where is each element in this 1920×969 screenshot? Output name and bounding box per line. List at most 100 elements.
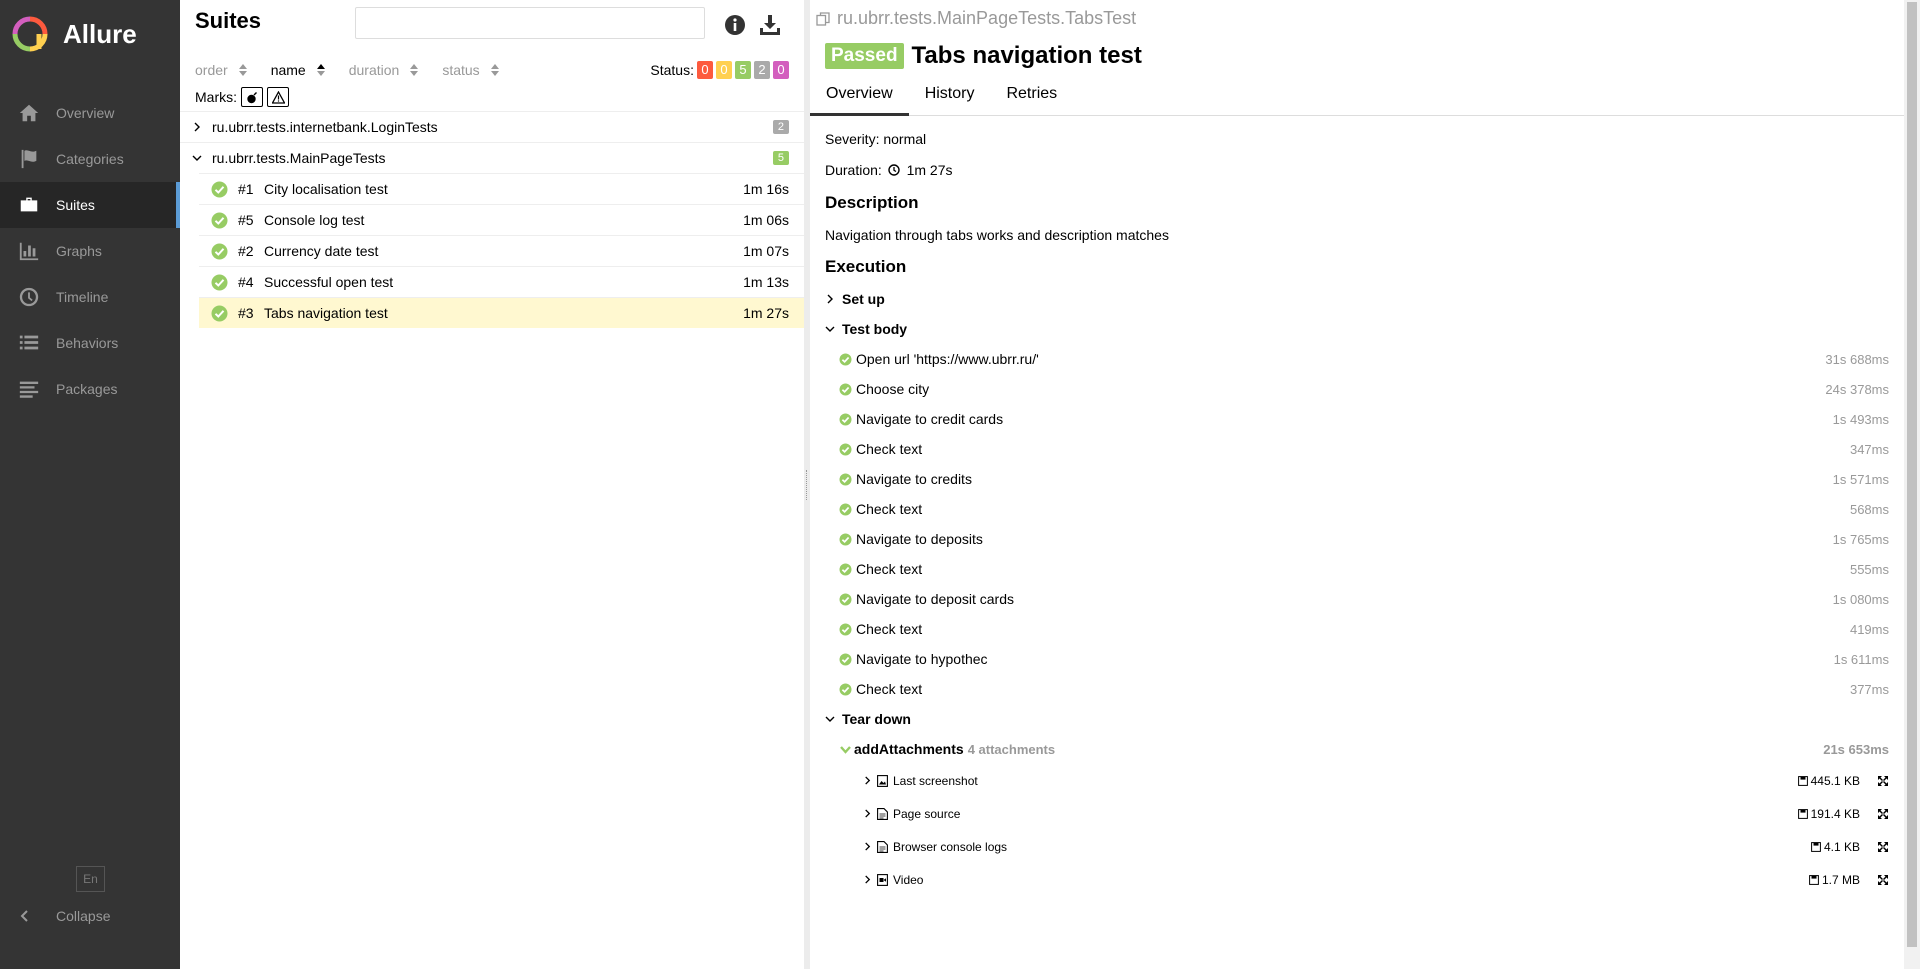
duration-value: 1m 27s [906,162,953,178]
status-badge-skipped[interactable]: 2 [754,61,770,79]
sidebar-item-suites[interactable]: Suites [0,182,180,228]
sort-bar: order name duration status Status: 0 0 5… [180,53,804,86]
passed-check-icon [839,593,852,605]
warning-mark-toggle[interactable] [267,87,289,107]
attachment-row[interactable]: Last screenshot 445.1 KB [825,764,1889,797]
status-badge-unknown[interactable]: 0 [773,61,789,79]
step-row[interactable]: Check text 568ms [825,494,1889,524]
step-row[interactable]: Check text 419ms [825,614,1889,644]
sidebar-item-behaviors[interactable]: Behaviors [0,320,180,366]
sort-by-name[interactable]: name [271,62,326,78]
attachment-row[interactable]: Video 1.7 MB [825,863,1889,896]
splitter-grip[interactable] [806,470,808,500]
sidebar-item-label: Overview [56,105,115,121]
flag-icon [21,149,37,169]
step-duration: 555ms [1849,561,1889,577]
sidebar-item-categories[interactable]: Categories [0,136,180,182]
expand-icon[interactable] [1877,874,1889,886]
step-row[interactable]: Navigate to credits 1s 571ms [825,464,1889,494]
step-duration: 1s 765ms [1832,531,1889,547]
attachment-row[interactable]: Browser console logs 4.1 KB [825,830,1889,863]
test-body-section-toggle[interactable]: Test body [825,314,1889,344]
test-row-selected[interactable]: #3 Tabs navigation test 1m 27s [199,297,804,328]
step-duration: 377ms [1849,681,1889,697]
expand-icon[interactable] [1877,808,1889,820]
attachment-size: 1.7 MB [1809,873,1860,887]
sidebar-item-graphs[interactable]: Graphs [0,228,180,274]
status-badge-failed[interactable]: 0 [697,61,713,79]
chevron-right-icon [865,875,871,884]
expand-icon[interactable] [1877,775,1889,787]
tab-retries[interactable]: Retries [990,82,1073,116]
step-row[interactable]: Choose city 24s 378ms [825,374,1889,404]
breadcrumb[interactable]: ru.ubrr.tests.MainPageTests.TabsTest [815,8,1136,29]
test-row[interactable]: #4 Successful open test 1m 13s [199,266,804,297]
status-badge-passed[interactable]: 5 [735,61,751,79]
sidebar-item-overview[interactable]: Overview [0,90,180,136]
chevron-left-icon [20,910,28,922]
status-filter: Status: 0 0 5 2 0 [650,61,789,79]
attachment-name: Browser console logs [893,839,1008,854]
step-name: Check text [856,441,923,457]
step-name: Navigate to credits [856,471,972,487]
tab-history[interactable]: History [909,82,991,116]
sort-by-order[interactable]: order [195,62,248,78]
sidebar-nav: Overview Categories Suites Graphs Timeli… [0,90,180,412]
sidebar-item-packages[interactable]: Packages [0,366,180,412]
step-name: Open url 'https://www.ubrr.ru/' [856,351,1039,367]
status-badge-broken[interactable]: 0 [716,61,732,79]
detail-scrollbar[interactable] [1904,0,1920,969]
duration-label: Duration: [825,162,882,178]
brand[interactable]: Allure [0,0,180,68]
test-number: #3 [238,305,254,321]
sidebar-item-label: Timeline [56,289,109,305]
text-file-icon [877,840,888,853]
expand-icon[interactable] [1877,841,1889,853]
test-number: #4 [238,274,254,290]
align-left-icon [19,381,39,398]
sort-by-duration[interactable]: duration [349,62,420,78]
tree-group-login-tests[interactable]: ru.ubrr.tests.internetbank.LoginTests 2 [180,111,804,142]
step-row[interactable]: Check text 347ms [825,434,1889,464]
sidebar-item-label: Suites [56,197,95,213]
test-number: #1 [238,181,254,197]
download-icon[interactable] [758,13,782,37]
attachment-row[interactable]: Page source 191.4 KB [825,797,1889,830]
step-row[interactable]: Navigate to deposits 1s 765ms [825,524,1889,554]
test-row[interactable]: #5 Console log test 1m 06s [199,204,804,235]
sidebar-item-timeline[interactable]: Timeline [0,274,180,320]
test-row[interactable]: #1 City localisation test 1m 16s [199,173,804,204]
step-row[interactable]: Check text 377ms [825,674,1889,704]
passed-check-icon [839,623,852,635]
step-row[interactable]: Open url 'https://www.ubrr.ru/' 31s 688m… [825,344,1889,374]
add-attachments-step[interactable]: addAttachments 4 attachments 21s 653ms [825,734,1889,764]
setup-section-toggle[interactable]: Set up [825,284,1889,314]
sort-by-status[interactable]: status [442,62,499,78]
text-file-icon [877,807,888,820]
step-row[interactable]: Check text 555ms [825,554,1889,584]
test-row[interactable]: #2 Currency date test 1m 07s [199,235,804,266]
attachment-name: Page source [893,806,961,821]
test-list: #1 City localisation test 1m 16s #5 Cons… [180,173,804,328]
step-row[interactable]: Navigate to credit cards 1s 493ms [825,404,1889,434]
tab-overview[interactable]: Overview [810,82,909,116]
warning-icon [271,90,285,104]
chevron-down-icon [825,326,835,332]
test-number: #2 [238,243,254,259]
flaky-mark-toggle[interactable] [241,87,263,107]
test-header: Passed Tabs navigation test [825,42,1142,70]
step-row[interactable]: Navigate to deposit cards 1s 080ms [825,584,1889,614]
tree-group-main-page-tests[interactable]: ru.ubrr.tests.MainPageTests 5 [180,142,804,173]
step-duration: 31s 688ms [1825,351,1889,367]
teardown-section-toggle[interactable]: Tear down [825,704,1889,734]
language-switch[interactable]: En [76,866,105,892]
info-icon[interactable] [723,13,747,37]
attachment-size: 4.1 KB [1811,840,1860,854]
attachment-name: Last screenshot [893,773,978,788]
scrollbar-thumb[interactable] [1907,2,1917,947]
search-input[interactable] [355,7,705,39]
collapse-button[interactable]: Collapse [18,904,110,928]
step-row[interactable]: Navigate to hypothec 1s 611ms [825,644,1889,674]
suites-tree: ru.ubrr.tests.internetbank.LoginTests 2 … [180,111,804,328]
video-file-icon [877,873,888,886]
